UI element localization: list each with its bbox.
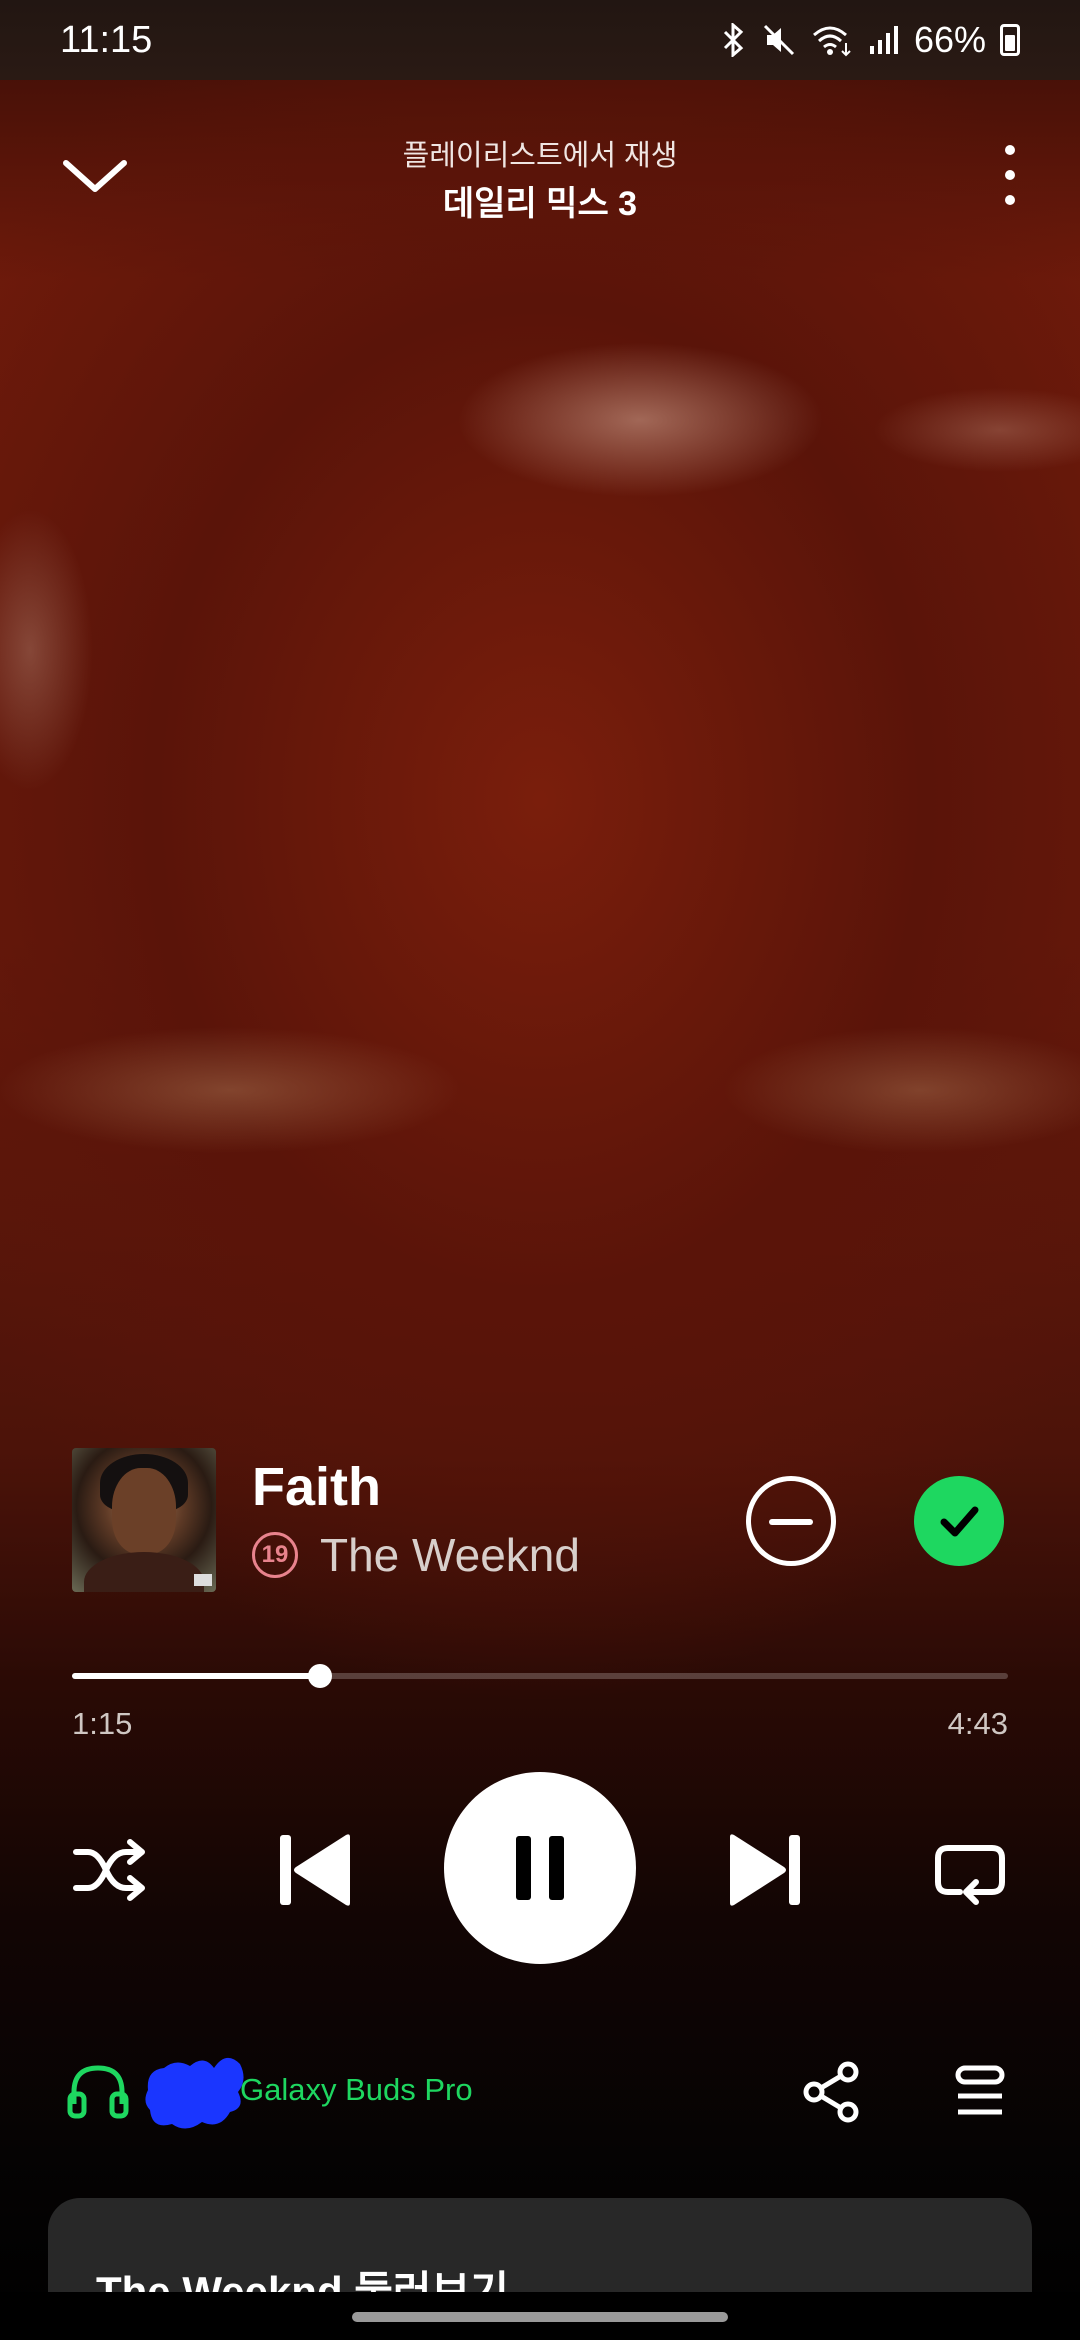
share-icon[interactable] [800, 2060, 864, 2124]
age-rating-badge: 19 [252, 1532, 298, 1578]
liked-button[interactable] [914, 1476, 1004, 1566]
bluetooth-icon [718, 23, 748, 57]
redaction-mark [142, 2050, 246, 2134]
artist-name[interactable]: The Weeknd [320, 1528, 580, 1582]
hide-song-button[interactable] [746, 1476, 836, 1566]
repeat-icon[interactable] [930, 1830, 1010, 1910]
status-bar: 11:15 66% [0, 0, 1080, 80]
mute-icon [762, 23, 796, 57]
elapsed-time: 1:15 [72, 1706, 133, 1741]
output-device-name[interactable]: Galaxy Buds Pro [240, 2072, 473, 2108]
home-gesture-handle[interactable] [352, 2312, 728, 2322]
more-vert-icon[interactable] [990, 145, 1030, 205]
queue-icon[interactable] [950, 2062, 1010, 2122]
headphones-icon[interactable] [66, 2060, 130, 2120]
playback-controls [0, 1770, 1080, 1970]
album-art[interactable] [72, 1448, 216, 1592]
canvas-background [0, 0, 1080, 2340]
progress-bar[interactable] [72, 1664, 1008, 1688]
wifi-icon [810, 23, 854, 57]
battery-icon [1000, 24, 1020, 56]
output-row: Galaxy Buds Pro [0, 2050, 1080, 2130]
status-icons: 66% [718, 19, 1020, 61]
progress-knob[interactable] [308, 1664, 333, 1688]
shuffle-icon[interactable] [70, 1830, 150, 1910]
total-duration: 4:43 [947, 1706, 1008, 1741]
signal-icon [868, 24, 900, 56]
playing-from-label: 플레이리스트에서 재생 [402, 140, 678, 172]
playlist-name[interactable]: 데일리 믹스 3 [0, 176, 1080, 225]
next-icon[interactable] [720, 1825, 810, 1915]
player-header: 플레이리스트에서 재생 데일리 믹스 3 [0, 120, 1080, 223]
battery-percent: 66% [913, 19, 986, 60]
track-info: Faith 19 The Weeknd [72, 1448, 1008, 1594]
pause-icon [516, 1836, 564, 1900]
pause-button[interactable] [444, 1772, 636, 1964]
check-icon [940, 1506, 979, 1537]
track-title[interactable]: Faith [252, 1456, 381, 1518]
progress-fill [72, 1673, 321, 1679]
previous-icon[interactable] [270, 1825, 360, 1915]
artist-row: 19 The Weeknd [252, 1528, 580, 1582]
status-time: 11:15 [60, 18, 153, 61]
